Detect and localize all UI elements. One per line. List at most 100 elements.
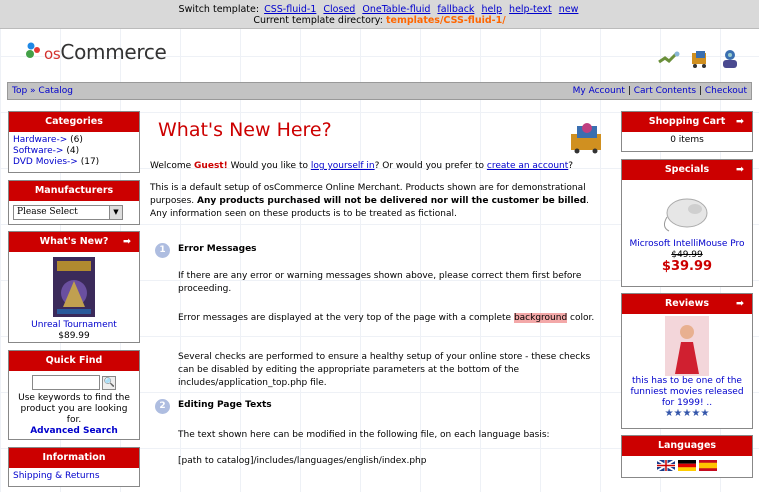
search-icon[interactable]: 🔍 (102, 375, 117, 390)
whats-new-box: What's New? ➡ Unreal Tournament $89.99 (8, 231, 140, 343)
uk-flag-icon[interactable] (656, 459, 676, 472)
arrow-right-icon[interactable]: ➡ (736, 160, 744, 180)
manufacturers-box: Manufacturers Please Select ▼ (8, 180, 140, 225)
section-title-error-messages: Error Messages (178, 244, 257, 254)
information-box: Information Shipping & Returns (8, 447, 140, 487)
product-image[interactable] (53, 257, 95, 317)
manufacturer-select[interactable]: Please Select ▼ (13, 205, 123, 220)
template-link-onetable-fluid[interactable]: OneTable-fluid (362, 4, 430, 15)
welcome-guest: Guest! (194, 161, 228, 171)
specials-title: Specials (664, 164, 710, 175)
welcome-pre: Welcome (150, 161, 192, 171)
breadcrumb: Top » Catalog My Account | Cart Contents… (7, 82, 752, 100)
breadcrumb-path[interactable]: Top » Catalog (12, 86, 73, 96)
shopping-cart-box: Shopping Cart ➡ 0 items (621, 111, 753, 152)
category-link-software[interactable]: Software-> (13, 146, 63, 156)
specials-header[interactable]: Specials ➡ (622, 160, 752, 180)
checkout-icon[interactable] (657, 50, 681, 68)
template-dir-label: Current template directory: (253, 15, 383, 26)
oscommerce-logo-icon[interactable] (23, 41, 43, 61)
whats-new-title: What's New? (39, 236, 109, 247)
mouse-product-image[interactable] (657, 183, 717, 239)
review-text-link[interactable]: this has to be one of the funniest movie… (626, 376, 748, 409)
template-link-help-text[interactable]: help-text (509, 4, 552, 15)
quick-find-input[interactable] (31, 375, 100, 390)
whats-new-illustration-icon (571, 123, 601, 154)
error-paragraph-1: If there are any error or warning messag… (178, 271, 582, 294)
languages-box: Languages (621, 435, 753, 478)
categories-header: Categories (9, 112, 139, 132)
template-link-help[interactable]: help (481, 4, 502, 15)
store-logo[interactable]: osCommerce (44, 40, 167, 64)
category-link-dvd-movies[interactable]: DVD Movies-> (13, 157, 78, 167)
category-item[interactable]: DVD Movies-> (17) (13, 157, 135, 168)
quick-find-help: Use keywords to find the product you are… (18, 393, 130, 425)
reviews-header[interactable]: Reviews ➡ (622, 294, 752, 314)
cart-icon[interactable] (689, 49, 711, 69)
review-product-image[interactable] (665, 316, 709, 376)
welcome-text: Welcome Guest! Would you like to log you… (150, 160, 606, 173)
reviews-box: Reviews ➡ this has to be one of the funni… (621, 293, 753, 429)
arrow-right-icon[interactable]: ➡ (736, 294, 744, 314)
section-number: 1 (155, 243, 170, 258)
specials-box: Specials ➡ Microsoft IntelliMouse Pro $49… (621, 159, 753, 287)
shipping-returns-link[interactable]: Shipping & Returns (13, 471, 100, 481)
arrow-right-icon[interactable]: ➡ (736, 112, 744, 132)
my-account-link[interactable]: My Account (573, 86, 625, 96)
header-icons (657, 48, 741, 70)
category-count: (4) (66, 146, 80, 156)
welcome-or: ? Or would you prefer to (374, 161, 485, 171)
category-link-hardware[interactable]: Hardware-> (13, 135, 67, 145)
template-link-fallback[interactable]: fallback (437, 4, 474, 15)
intro-text: This is a default setup of osCommerce On… (150, 182, 606, 221)
quick-find-box: Quick Find 🔍 Use keywords to find the pr… (8, 350, 140, 440)
shopping-cart-header[interactable]: Shopping Cart ➡ (622, 112, 752, 132)
template-link-new[interactable]: new (559, 4, 579, 15)
category-item[interactable]: Hardware-> (6) (13, 135, 135, 146)
welcome-end: ? (568, 161, 574, 171)
cart-title: Shopping Cart (648, 116, 726, 127)
welcome-mid: Would you like to (230, 161, 308, 171)
template-bar: Switch template: CSS-fluid-1 Closed OneT… (0, 0, 759, 29)
categories-box: Categories Hardware-> (6) Software-> (4)… (8, 111, 140, 173)
chevron-down-icon[interactable]: ▼ (109, 206, 122, 219)
whats-new-header[interactable]: What's New? ➡ (9, 232, 139, 252)
category-count: (17) (80, 157, 100, 167)
es-flag-icon[interactable] (698, 460, 717, 471)
quick-find-header: Quick Find (9, 351, 139, 371)
category-count: (6) (70, 135, 83, 145)
logo-main: Commerce (60, 40, 167, 64)
create-account-link[interactable]: create an account (487, 161, 568, 171)
main-content: What's New Here? Welcome Guest! Would yo… (146, 112, 611, 466)
specials-new-price: $39.99 (661, 259, 713, 274)
information-header: Information (9, 448, 139, 468)
account-icon[interactable] (719, 48, 741, 70)
advanced-search-link[interactable]: Advanced Search (30, 426, 118, 436)
page-title: What's New Here? (158, 119, 332, 141)
manufacturers-header: Manufacturers (9, 181, 139, 201)
manufacturer-selected: Please Select (17, 207, 78, 217)
cart-contents-link[interactable]: Cart Contents (634, 86, 696, 96)
template-link-closed[interactable]: Closed (323, 4, 355, 15)
category-item[interactable]: Software-> (4) (13, 146, 135, 157)
de-flag-icon[interactable] (678, 460, 696, 471)
login-link[interactable]: log yourself in (311, 161, 375, 171)
edit-paragraph-2: [path to catalog]/includes/languages/eng… (178, 456, 427, 466)
logo-prefix: os (44, 45, 61, 63)
checkout-link[interactable]: Checkout (705, 86, 747, 96)
review-stars-icon: ★★★★★ (664, 408, 710, 419)
section-number: 2 (155, 399, 170, 414)
error-paragraph-3: Several checks are performed to ensure a… (178, 352, 591, 388)
template-link-css-fluid-1[interactable]: CSS-fluid-1 (264, 4, 316, 15)
template-dir-value: templates/CSS-fluid-1/ (385, 15, 506, 26)
specials-product-link[interactable]: Microsoft IntelliMouse Pro (629, 239, 744, 249)
languages-header: Languages (622, 436, 752, 456)
whats-new-price: $89.99 (58, 331, 90, 341)
error-paragraph-2: Error messages are displayed at the very… (178, 312, 606, 325)
arrow-right-icon[interactable]: ➡ (123, 232, 131, 252)
intro-bold: Any products purchased will not be deliv… (197, 196, 587, 206)
whats-new-product-link[interactable]: Unreal Tournament (13, 320, 135, 331)
err-p2-a: Error messages are displayed at the very… (178, 313, 512, 323)
section-title-editing-texts: Editing Page Texts (178, 400, 272, 410)
reviews-title: Reviews (664, 298, 710, 309)
